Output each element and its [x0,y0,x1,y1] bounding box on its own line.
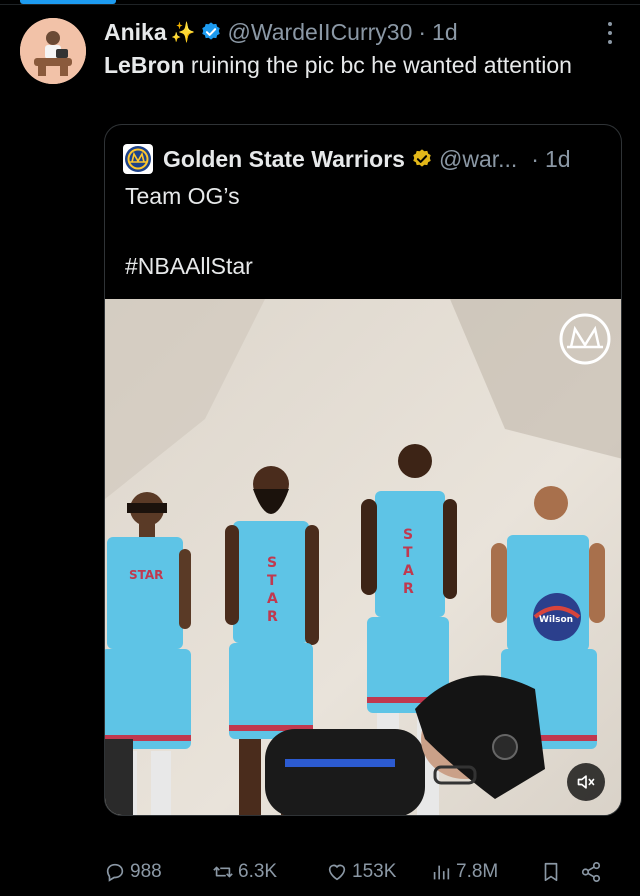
views-button[interactable]: 7.8M [430,861,540,883]
tweet-actions-bar: 988 6.3K 153K 7.8M [104,856,624,888]
repost-icon [213,866,233,878]
avatar[interactable] [20,18,86,84]
tweet-text-bold: LeBron [104,52,185,78]
timestamp[interactable]: 1d [432,19,458,46]
heart-icon [328,864,346,881]
reply-button[interactable]: 988 [104,861,212,883]
video-frame-image: STAR S T A R S T A R Wilson [105,299,621,815]
bookmark-button[interactable] [540,861,580,883]
analytics-icon [433,865,450,880]
quoted-tweet-header: Golden State Warriors @war... · 1d [123,143,571,175]
svg-text:S: S [403,527,413,543]
tweet-header: Anika ✨ @WardeIICurry30 · 1d [104,16,610,48]
tweet-text: LeBron ruining the pic bc he wanted atte… [104,48,574,82]
warriors-logo-icon [123,144,153,174]
reply-icon [106,863,124,882]
quoted-timestamp[interactable]: 1d [545,146,571,173]
quoted-author-name[interactable]: Golden State Warriors [163,146,405,173]
gold-verified-badge-icon [413,149,431,167]
repost-button[interactable]: 6.3K [212,861,326,883]
share-icon [581,862,601,882]
ball-label: Wilson [539,615,573,625]
mute-toggle-button[interactable] [567,763,605,801]
svg-text:STAR: STAR [129,568,163,582]
svg-text:T: T [267,573,277,589]
svg-text:R: R [403,581,414,597]
svg-text:R: R [267,609,278,625]
svg-text:A: A [267,591,278,607]
author-name[interactable]: Anika [104,19,167,46]
verified-badge-icon [201,22,220,40]
sparkles-emoji: ✨ [170,21,196,44]
separator-dot: · [531,145,539,172]
tweet-text-body: ruining the pic bc he wanted attention [184,52,572,78]
video-player[interactable]: STAR S T A R S T A R Wilson [105,299,621,815]
quoted-tweet[interactable]: Golden State Warriors @war... · 1d Team … [104,124,622,816]
svg-text:A: A [403,563,414,579]
speaker-muted-icon [577,775,595,789]
bookmark-icon [544,862,558,882]
more-options-icon[interactable] [598,18,622,48]
svg-text:T: T [403,545,413,561]
reply-count: 988 [130,861,162,882]
svg-text:S: S [267,555,277,571]
quoted-text-line-1: Team OG’s [125,183,240,209]
repost-count: 6.3K [238,861,278,882]
author-handle[interactable]: @WardeIICurry30 [228,19,413,46]
quoted-author-handle[interactable]: @war... [439,146,517,173]
share-button[interactable] [580,861,610,883]
like-button[interactable]: 153K [326,861,430,883]
view-count: 7.8M [456,861,499,882]
separator-dot: · [418,18,427,45]
divider [0,4,640,5]
like-count: 153K [352,861,397,882]
hashtag-link[interactable]: #NBAAllStar [125,253,253,280]
